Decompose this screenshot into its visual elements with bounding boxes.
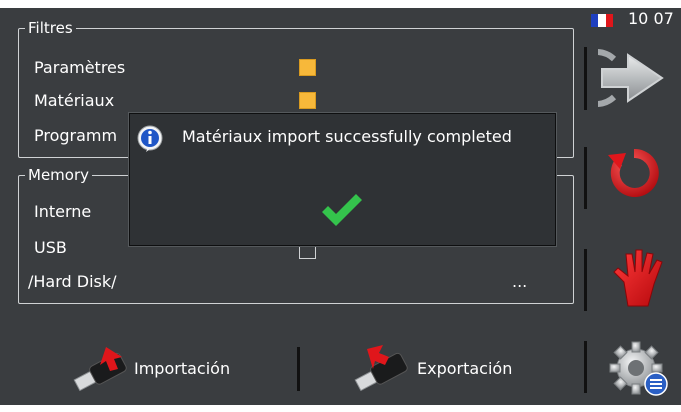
separator bbox=[584, 47, 587, 110]
usb-import-icon bbox=[73, 347, 127, 392]
next-arrow-icon[interactable] bbox=[598, 47, 668, 109]
memory-legend: Memory bbox=[28, 166, 90, 184]
filter-label-parametres: Paramètres bbox=[34, 58, 126, 77]
separator bbox=[584, 147, 587, 209]
filtres-legend: Filtres bbox=[28, 19, 73, 37]
import-button[interactable]: Importación bbox=[66, 340, 256, 396]
separator bbox=[584, 249, 587, 311]
filter-label-programm: Programm bbox=[34, 126, 118, 145]
export-label: Exportación bbox=[417, 358, 513, 378]
separator bbox=[584, 341, 587, 393]
france-flag-icon bbox=[591, 14, 613, 27]
filter-label-materiaux: Matériaux bbox=[34, 91, 115, 110]
stop-hand-icon[interactable] bbox=[610, 246, 666, 308]
bottom-border bbox=[0, 405, 681, 412]
top-border bbox=[0, 0, 681, 8]
separator bbox=[297, 347, 300, 391]
import-label: Importación bbox=[134, 358, 231, 378]
usb-export-icon bbox=[354, 345, 408, 392]
dialog-message: Matériaux import successfully completed bbox=[182, 127, 512, 146]
info-icon bbox=[137, 125, 163, 152]
memory-option-usb[interactable]: USB bbox=[34, 238, 67, 258]
filter-checkbox-materiaux[interactable] bbox=[299, 92, 316, 109]
import-complete-dialog: Matériaux import successfully completed bbox=[129, 113, 556, 246]
refresh-circle-icon[interactable] bbox=[606, 145, 662, 201]
memory-option-interne[interactable]: Interne bbox=[34, 202, 91, 222]
memory-path: /Hard Disk/ bbox=[28, 272, 117, 291]
screen: 10 07 Filtres Paramètres Matériaux Progr… bbox=[0, 0, 681, 412]
browse-button[interactable]: ... bbox=[512, 272, 527, 292]
clock: 10 07 bbox=[628, 9, 674, 28]
filter-checkbox-parametres[interactable] bbox=[299, 59, 316, 76]
checkmark-icon[interactable] bbox=[320, 192, 364, 228]
settings-gear-icon[interactable] bbox=[608, 340, 670, 398]
export-button[interactable]: Exportación bbox=[347, 340, 547, 396]
